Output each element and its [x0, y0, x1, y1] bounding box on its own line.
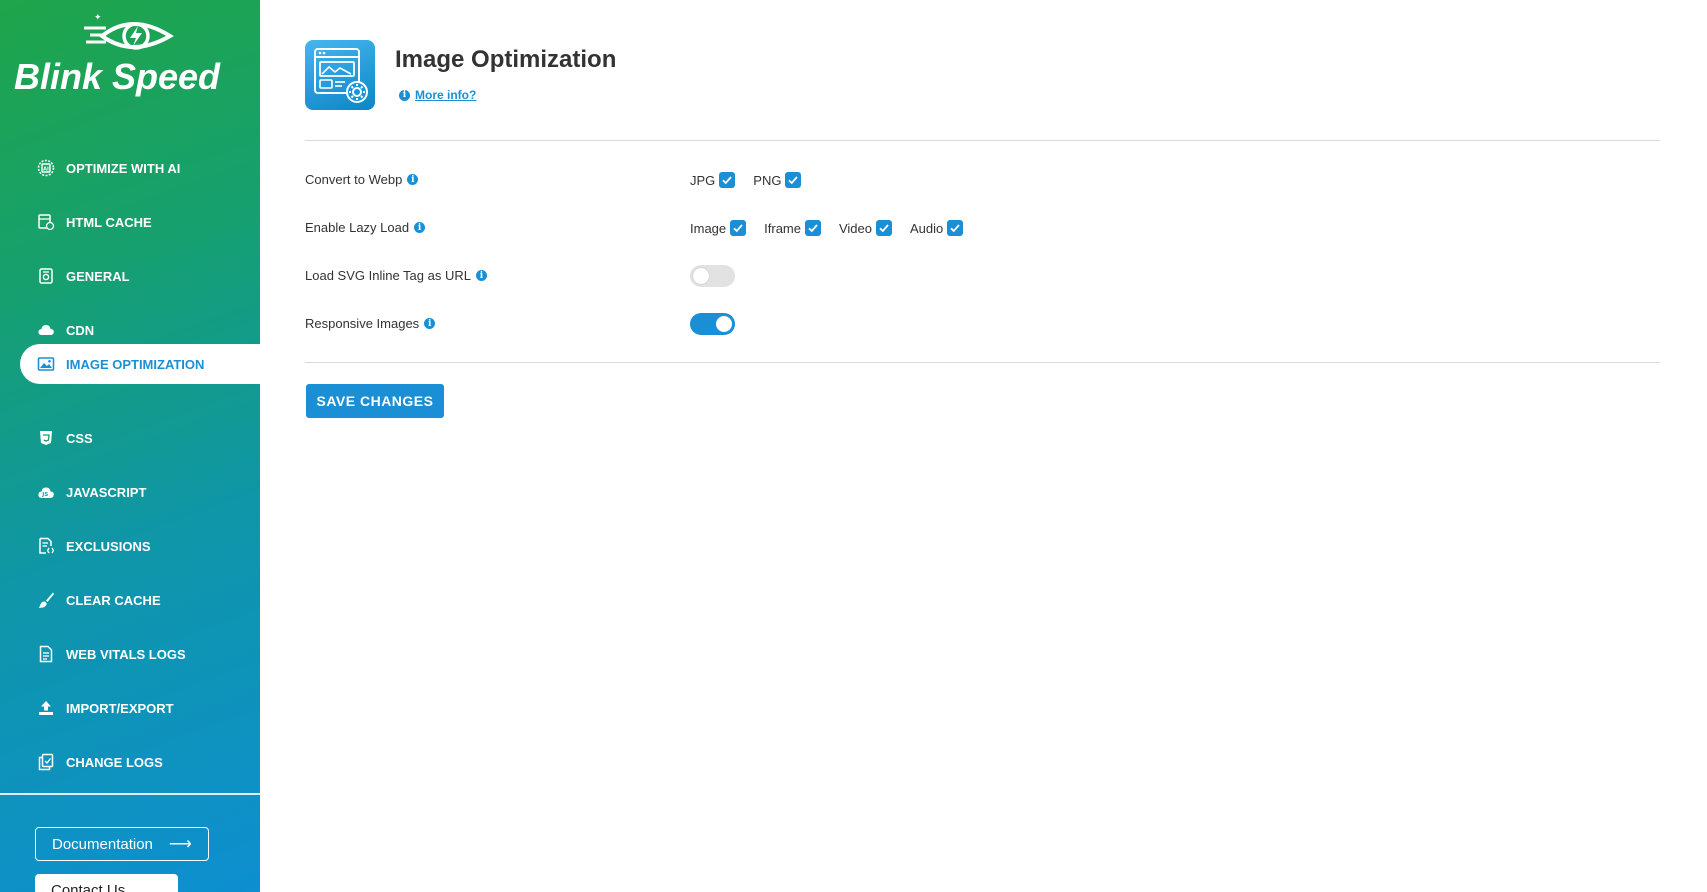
- cloud-icon: [36, 320, 56, 340]
- sidebar: ✦ Blink Speed AI OPTIMIZE WITH AI HTML CA…: [0, 0, 260, 892]
- change-logs-icon: [36, 752, 56, 772]
- sidebar-item-optimize-with-ai[interactable]: AI OPTIMIZE WITH AI: [20, 148, 260, 188]
- sidebar-item-label: CHANGE LOGS: [66, 754, 163, 770]
- sidebar-item-image-optimization[interactable]: IMAGE OPTIMIZATION: [20, 344, 260, 384]
- sidebar-item-label: GENERAL: [66, 268, 130, 284]
- iframe-checkbox[interactable]: [804, 220, 821, 236]
- sidebar-item-javascript[interactable]: JS JAVASCRIPT: [20, 472, 260, 512]
- image-optimization-header-icon: [305, 40, 375, 110]
- video-checkbox[interactable]: [876, 220, 892, 236]
- info-icon[interactable]: i: [407, 174, 419, 185]
- css-icon: [36, 428, 56, 448]
- sidebar-item-label: JAVASCRIPT: [66, 484, 147, 500]
- main-content: Image Optimization i More info? Convert …: [260, 0, 1707, 892]
- svg-inline-label: Load SVG Inline Tag as URL i: [305, 268, 487, 283]
- toggle-knob: [693, 268, 709, 284]
- contact-us-button[interactable]: Contact Us: [35, 874, 178, 892]
- video-option[interactable]: Video: [839, 220, 892, 236]
- sidebar-item-label: CLEAR CACHE: [66, 592, 161, 608]
- sidebar-item-exclusions[interactable]: EXCLUSIONS: [20, 526, 260, 566]
- documentation-button[interactable]: Documentation ⟶: [35, 827, 209, 861]
- svg-text:AI: AI: [43, 166, 49, 172]
- lazy-load-label: Enable Lazy Load i: [305, 220, 426, 235]
- image-checkbox[interactable]: [730, 220, 747, 236]
- sidebar-item-change-logs[interactable]: CHANGE LOGS: [20, 742, 260, 782]
- sidebar-item-css[interactable]: CSS: [20, 418, 260, 458]
- sidebar-item-label: HTML CACHE: [66, 214, 152, 230]
- check-icon: [879, 224, 889, 233]
- sidebar-item-label: OPTIMIZE WITH AI: [66, 160, 181, 176]
- sidebar-item-html-cache[interactable]: HTML CACHE: [20, 202, 260, 242]
- sidebar-item-import-export[interactable]: IMPORT/EXPORT: [20, 688, 260, 728]
- audio-option[interactable]: Audio: [910, 220, 964, 236]
- image-icon: [36, 354, 56, 374]
- iframe-option[interactable]: Iframe: [764, 220, 821, 236]
- document-icon: [36, 644, 56, 664]
- info-icon: i: [399, 89, 410, 101]
- exclusions-icon: [36, 536, 56, 556]
- png-checkbox[interactable]: [785, 172, 802, 188]
- sidebar-item-clear-cache[interactable]: CLEAR CACHE: [20, 580, 260, 620]
- javascript-cloud-icon: JS: [36, 482, 56, 502]
- responsive-images-label: Responsive Images i: [305, 316, 436, 331]
- sidebar-item-label: IMPORT/EXPORT: [66, 700, 174, 716]
- image-option[interactable]: Image: [690, 220, 747, 236]
- sidebar-item-general[interactable]: GENERAL: [20, 256, 260, 296]
- ai-chip-icon: AI: [36, 158, 56, 178]
- sidebar-item-label: EXCLUSIONS: [66, 538, 151, 554]
- toggle-knob: [716, 316, 732, 332]
- section-divider-bottom: [305, 362, 1660, 363]
- convert-webp-label: Convert to Webp i: [305, 172, 419, 187]
- blink-speed-logo[interactable]: ✦ Blink Speed: [12, 12, 252, 102]
- sidebar-item-label: CDN: [66, 322, 95, 338]
- svg-inline-toggle[interactable]: [690, 265, 735, 287]
- info-icon[interactable]: i: [475, 270, 487, 281]
- jpg-option[interactable]: JPG: [690, 172, 736, 188]
- check-icon: [733, 224, 743, 233]
- svg-text:✦: ✦: [94, 13, 102, 23]
- png-option[interactable]: PNG: [753, 172, 802, 188]
- arrow-right-icon: ⟶: [168, 836, 192, 853]
- check-icon: [808, 224, 818, 233]
- lazy-load-options: Image Iframe Video Audio: [690, 220, 981, 236]
- audio-checkbox[interactable]: [947, 220, 964, 236]
- sidebar-item-label: WEB VITALS LOGS: [66, 646, 186, 662]
- brand-name-left: Blink: [14, 56, 103, 97]
- info-icon[interactable]: i: [414, 222, 426, 233]
- save-changes-button[interactable]: SAVE CHANGES: [306, 384, 444, 418]
- brush-icon: [36, 590, 56, 610]
- sidebar-item-label: CSS: [66, 430, 93, 446]
- info-icon[interactable]: i: [424, 318, 436, 329]
- general-settings-icon: [36, 266, 56, 286]
- upload-icon: [36, 698, 56, 718]
- sidebar-item-web-vitals-logs[interactable]: WEB VITALS LOGS: [20, 634, 260, 674]
- more-info-link[interactable]: i More info?: [399, 88, 476, 102]
- check-icon: [950, 224, 960, 233]
- more-info-label: More info?: [415, 88, 477, 102]
- sidebar-divider: [0, 793, 260, 795]
- section-divider-top: [305, 140, 1660, 141]
- documentation-label: Documentation: [52, 835, 153, 853]
- contact-label: Contact Us: [51, 882, 126, 892]
- check-icon: [722, 176, 732, 185]
- check-icon: [788, 176, 799, 185]
- brand-name-right: Speed: [112, 56, 221, 97]
- svg-text:JS: JS: [41, 492, 48, 498]
- jpg-checkbox[interactable]: [719, 172, 736, 188]
- sidebar-item-label: IMAGE OPTIMIZATION: [66, 356, 205, 372]
- page-title: Image Optimization: [395, 46, 617, 73]
- convert-webp-options: JPG PNG: [690, 172, 819, 188]
- html-cache-icon: [36, 212, 56, 232]
- responsive-images-toggle[interactable]: [690, 313, 735, 335]
- eye-bolt-icon: ✦: [84, 13, 174, 50]
